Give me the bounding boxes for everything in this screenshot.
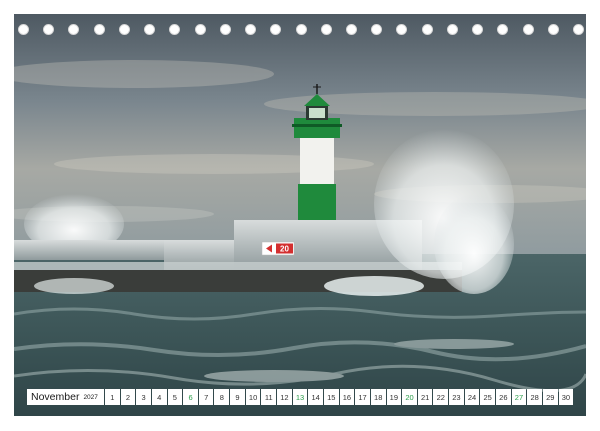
binding-hole xyxy=(144,24,156,35)
calendar-page: 20 November 2027 1 2 3 4 5 6 7 8 9 10 11… xyxy=(0,0,600,431)
binding-hole xyxy=(421,24,433,35)
calendar-day: 26 xyxy=(496,389,511,405)
binding-hole xyxy=(472,24,484,35)
calendar-strip: November 2027 1 2 3 4 5 6 7 8 9 10 11 12 13 14 15 16 17 1… xyxy=(27,389,574,405)
binding-hole xyxy=(320,24,332,35)
binding-hole xyxy=(68,24,80,35)
foam-left xyxy=(34,278,114,294)
binding-hole xyxy=(345,24,357,35)
binding-hole xyxy=(18,24,29,35)
spray-right-base xyxy=(434,194,514,294)
binding-hole xyxy=(219,24,231,35)
binding-hole xyxy=(522,24,534,35)
binding-hole xyxy=(194,24,206,35)
calendar-day: 17 xyxy=(355,389,370,405)
calendar-day: 16 xyxy=(339,389,355,405)
day-list: 1 2 3 4 5 6 7 8 9 10 11 12 13 14 15 16 17 18 19 20 21 22 23 24 2… xyxy=(105,389,574,405)
year-label: 2027 xyxy=(83,393,98,401)
binding-hole xyxy=(547,24,559,35)
binding-hole xyxy=(169,24,181,35)
binding-hole xyxy=(118,24,130,35)
month-name: November xyxy=(31,391,80,403)
calendar-day: 21 xyxy=(417,389,433,405)
calendar-day: 18 xyxy=(370,389,386,405)
binding-hole xyxy=(270,24,282,35)
foam xyxy=(324,276,424,296)
calendar-day: 28 xyxy=(527,389,542,405)
calendar-day: 19 xyxy=(386,389,402,405)
calendar-day: 1 xyxy=(105,389,120,405)
calendar-day: 29 xyxy=(542,389,558,405)
calendar-day: 8 xyxy=(214,389,230,405)
calendar-day: 22 xyxy=(433,389,449,405)
binding-hole xyxy=(497,24,509,35)
calendar-day: 14 xyxy=(308,389,323,405)
calendar-day: 12 xyxy=(277,389,292,405)
binding-hole xyxy=(245,24,257,35)
calendar-day: 30 xyxy=(558,389,574,405)
binding-hole xyxy=(396,24,408,35)
calendar-day: 11 xyxy=(261,389,277,405)
lighthouse-photo: 20 xyxy=(14,14,586,416)
calendar-day: 10 xyxy=(245,389,261,405)
month-label: November 2027 xyxy=(27,389,104,405)
calendar-day: 25 xyxy=(480,389,496,405)
binding-hole xyxy=(93,24,105,35)
binding-hole xyxy=(295,24,307,35)
binding-hole xyxy=(43,24,55,35)
calendar-day: 24 xyxy=(464,389,480,405)
calendar-day: 27 xyxy=(511,389,527,405)
calendar-day: 5 xyxy=(167,389,183,405)
calendar-day: 13 xyxy=(292,389,308,405)
calendar-day: 4 xyxy=(151,389,167,405)
calendar-day: 20 xyxy=(402,389,417,405)
calendar-day: 9 xyxy=(230,389,245,405)
calendar-day: 23 xyxy=(449,389,464,405)
calendar-day: 3 xyxy=(136,389,151,405)
lighthouse-scene: 20 xyxy=(14,14,586,416)
binding-hole xyxy=(446,24,458,35)
spiral-binding xyxy=(18,24,584,38)
calendar-day: 15 xyxy=(323,389,339,405)
pier-sign-number: 20 xyxy=(280,245,289,254)
calendar-day: 6 xyxy=(183,389,198,405)
binding-hole xyxy=(573,24,584,35)
pier-sign: 20 xyxy=(261,241,295,256)
calendar-day: 2 xyxy=(120,389,136,405)
binding-hole xyxy=(371,24,383,35)
calendar-day: 7 xyxy=(198,389,214,405)
